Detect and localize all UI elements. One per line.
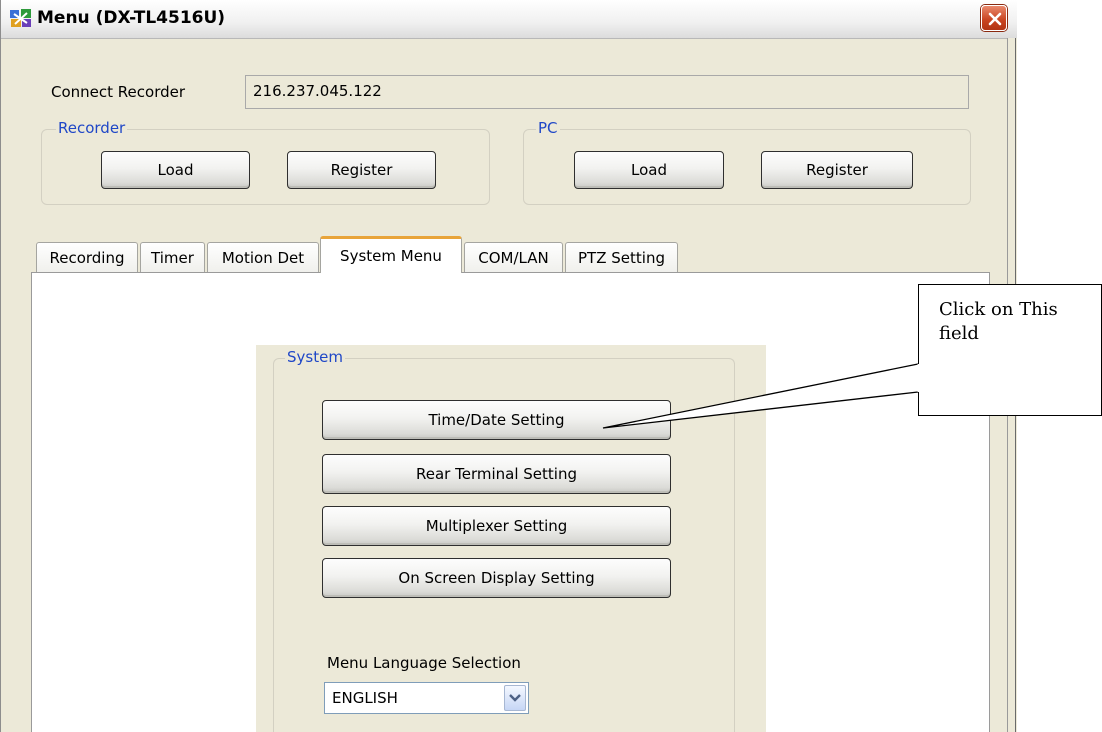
app-icon <box>9 7 33 29</box>
pc-group-title: PC <box>536 119 560 137</box>
time-date-setting-button[interactable]: Time/Date Setting <box>322 400 671 440</box>
system-group-title: System <box>285 348 345 366</box>
tab-timer[interactable]: Timer <box>140 242 205 272</box>
menu-language-select[interactable]: ENGLISH <box>324 682 529 714</box>
tab-ptz-setting[interactable]: PTZ Setting <box>565 242 678 272</box>
close-button[interactable] <box>981 5 1007 31</box>
menu-window: Menu (DX-TL4516U) Connect Recorder 216.2… <box>0 0 1017 732</box>
dropdown-arrow-button[interactable] <box>504 685 526 711</box>
multiplexer-setting-button[interactable]: Multiplexer Setting <box>322 506 671 546</box>
pc-load-button[interactable]: Load <box>574 151 724 189</box>
close-x-icon <box>988 12 1002 26</box>
recorder-register-button[interactable]: Register <box>287 151 436 189</box>
chevron-down-icon <box>509 694 521 702</box>
on-screen-display-setting-button[interactable]: On Screen Display Setting <box>322 558 671 598</box>
tab-com-lan[interactable]: COM/LAN <box>464 242 563 272</box>
recorder-load-button[interactable]: Load <box>101 151 250 189</box>
rear-terminal-setting-button[interactable]: Rear Terminal Setting <box>322 454 671 494</box>
connect-recorder-field[interactable]: 216.237.045.122 <box>245 75 969 109</box>
tab-recording[interactable]: Recording <box>36 242 138 272</box>
pc-register-button[interactable]: Register <box>761 151 913 189</box>
window-title: Menu (DX-TL4516U) <box>37 8 226 28</box>
menu-language-value: ENGLISH <box>332 689 398 707</box>
tab-system-menu[interactable]: System Menu <box>320 236 462 273</box>
connect-recorder-label: Connect Recorder <box>51 83 186 101</box>
tab-motion-det[interactable]: Motion Det <box>207 242 319 272</box>
recorder-group-title: Recorder <box>56 119 128 137</box>
title-bar[interactable]: Menu (DX-TL4516U) <box>1 0 1017 39</box>
menu-language-label: Menu Language Selection <box>327 654 521 672</box>
callout-box: Click on This field <box>918 284 1102 416</box>
